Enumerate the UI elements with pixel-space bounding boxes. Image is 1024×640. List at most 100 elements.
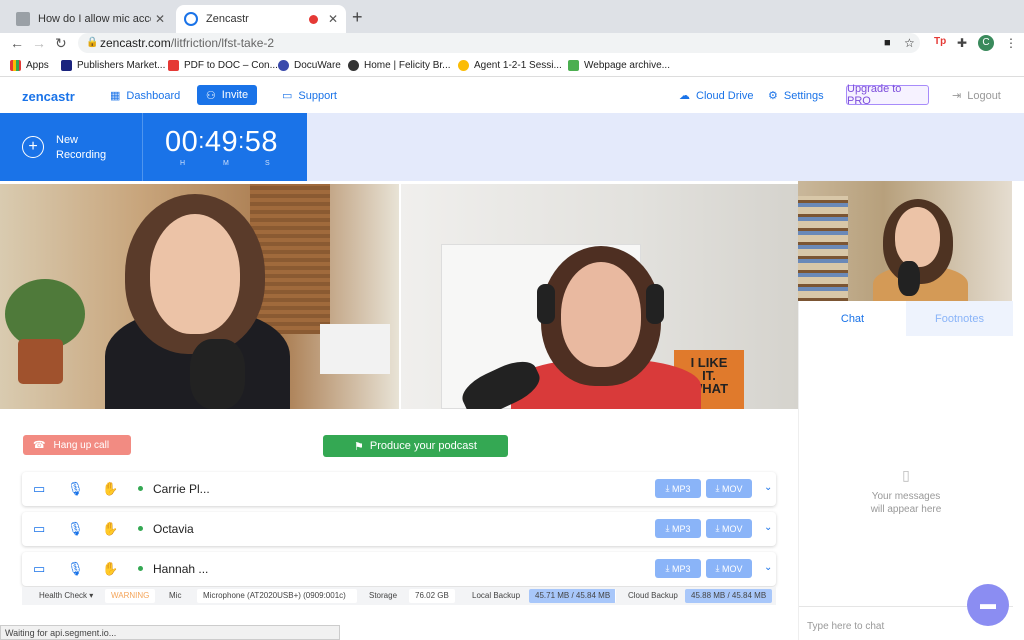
browser-tab-help[interactable]: How do I allow mic access? | Z ✕ (8, 5, 173, 33)
mic-icon[interactable]: 🎙 (67, 521, 84, 537)
health-status: WARNING (105, 589, 156, 603)
puzzle-icon[interactable]: ✚ (957, 36, 967, 50)
online-indicator (138, 566, 143, 571)
bookmark-docuware[interactable]: DocuWare (278, 60, 341, 71)
zencastr-logo[interactable]: zencastr (22, 89, 75, 104)
mic-icon[interactable]: 🎙 (67, 561, 84, 577)
bookmark-apps[interactable]: Apps (10, 60, 49, 71)
bookmark-label: Publishers Market... (77, 60, 166, 71)
bookmark-agent[interactable]: Agent 1-2-1 Sessi... (458, 60, 562, 71)
document-icon (16, 12, 30, 26)
bookmark-label: Webpage archive... (584, 60, 670, 71)
bookmark-icon (568, 60, 579, 71)
hang-up-label: Hang up call (53, 439, 110, 451)
chevron-down-icon[interactable]: ⌄ (764, 482, 772, 493)
participant-name: Hannah ... (153, 562, 209, 576)
online-indicator (138, 486, 143, 491)
profile-avatar[interactable]: C (978, 35, 994, 51)
participant-name: Octavia (153, 522, 194, 536)
bookmark-icon (168, 60, 179, 71)
local-backup-value: 45.71 MB / 45.84 MB (529, 589, 617, 603)
chevron-down-icon[interactable]: ⌄ (764, 562, 772, 573)
bookmark-icon (278, 60, 289, 71)
new-tab-icon[interactable]: + (352, 7, 363, 28)
storage-value: 76.02 GB (409, 589, 455, 603)
close-icon[interactable]: ✕ (328, 12, 338, 26)
bookmark-label: PDF to DOC – Con... (184, 60, 278, 71)
mic-icon[interactable]: 🎙 (67, 481, 84, 497)
health-check-bar: Health Check ▾ WARNING Mic Microphone (A… (22, 587, 776, 605)
download-mp3-button[interactable]: ⤓ MP3 (655, 559, 701, 578)
close-icon[interactable]: ✕ (155, 12, 165, 26)
tab-title: Zencastr (206, 13, 249, 25)
mp3-label: MP3 (671, 563, 691, 574)
online-indicator (138, 526, 143, 531)
nav-dashboard[interactable]: ▦ Dashboard (110, 89, 180, 103)
health-check-dropdown[interactable]: Health Check ▾ (39, 591, 93, 600)
menu-icon[interactable]: ⋮ (1005, 36, 1017, 50)
bookmark-publishers[interactable]: Publishers Market... (61, 60, 165, 71)
microphone-shape (898, 261, 920, 296)
storage-label: Storage (369, 591, 398, 600)
download-mp3-button[interactable]: ⤓ MP3 (655, 519, 701, 538)
timer-unit-s: S (265, 160, 270, 167)
nav-logout[interactable]: ⇥ Logout (952, 89, 1001, 103)
produce-podcast-button[interactable]: ⚑ Produce your podcast (323, 435, 508, 457)
bookmark-label: Home | Felicity Br... (364, 60, 451, 71)
support-icon: ▭ (282, 90, 293, 102)
bookmark-archive[interactable]: Webpage archive... (568, 60, 670, 71)
cloud-backup-value: 45.88 MB / 45.84 MB (685, 589, 773, 603)
globe-icon (348, 60, 359, 71)
nav-settings[interactable]: ⚙ Settings (768, 89, 824, 103)
empty-line: Your messages (871, 491, 941, 502)
timer-hours: 00 (165, 126, 199, 158)
nav-support[interactable]: ▭ Support (282, 89, 337, 103)
plant-pot-shape (18, 339, 63, 384)
camera-icon[interactable]: ▭ (33, 561, 45, 577)
nav-label: Support (298, 89, 337, 102)
download-mov-button[interactable]: ⤓ MOV (706, 479, 752, 498)
tab-chat[interactable]: Chat (799, 301, 906, 336)
camera-icon[interactable]: ▭ (33, 521, 45, 537)
upgrade-button[interactable]: Upgrade to PRO (846, 83, 929, 107)
invite-label: Invite (221, 89, 249, 101)
hand-icon[interactable]: ✋ (102, 521, 118, 537)
lock-icon: 🔒 (86, 37, 99, 48)
camera-icon[interactable]: ■ (884, 33, 891, 53)
nav-label: Cloud Drive (696, 89, 754, 102)
hang-up-button[interactable]: ☎ Hang up call (23, 435, 131, 455)
download-mp3-button[interactable]: ⤓ MP3 (655, 479, 701, 498)
health-label: Health Check (39, 591, 88, 600)
download-mov-button[interactable]: ⤓ MOV (706, 559, 752, 578)
tab-footnotes[interactable]: Footnotes (906, 301, 1013, 336)
intercom-chat-button[interactable]: ▬ (967, 584, 1009, 626)
recording-panel: + New Recording 00:49:58 H M S (0, 113, 307, 181)
reload-icon[interactable]: ↻ (55, 35, 67, 52)
label-line: Recording (56, 149, 107, 161)
extension-tp-icon[interactable]: Tp (934, 36, 946, 47)
chat-empty-state: ▯ Your messages will appear here (799, 468, 1013, 516)
invite-button[interactable]: ⚇ Invite (197, 85, 257, 105)
hand-icon[interactable]: ✋ (102, 481, 118, 497)
download-mov-button[interactable]: ⤓ MOV (706, 519, 752, 538)
back-icon[interactable]: ← (10, 35, 24, 51)
bookmark-felicity[interactable]: Home | Felicity Br... (348, 60, 451, 71)
recording-indicator-icon (308, 14, 318, 24)
star-icon[interactable]: ☆ (904, 33, 915, 53)
nav-label: Settings (783, 89, 824, 102)
chevron-down-icon[interactable]: ⌄ (764, 522, 772, 533)
person-face-shape (150, 214, 240, 334)
new-recording-button[interactable]: + (22, 136, 44, 158)
browser-tab-zencastr[interactable]: Zencastr ✕ (176, 5, 346, 33)
divider (142, 113, 143, 181)
new-recording-label[interactable]: New Recording (56, 133, 116, 163)
bookmark-pdf[interactable]: PDF to DOC – Con... (168, 60, 278, 71)
forward-icon[interactable]: → (32, 35, 46, 51)
nav-cloud-drive[interactable]: ☁ Cloud Drive (679, 89, 754, 103)
timer-unit-h: H (180, 160, 186, 167)
hand-icon[interactable]: ✋ (102, 561, 118, 577)
mov-label: MOV (721, 483, 743, 494)
url-field[interactable]: 🔒 zencastr.com/litfriction/lfst-take-2 ■… (78, 33, 920, 53)
camera-icon[interactable]: ▭ (33, 481, 45, 497)
logout-icon: ⇥ (952, 90, 962, 102)
